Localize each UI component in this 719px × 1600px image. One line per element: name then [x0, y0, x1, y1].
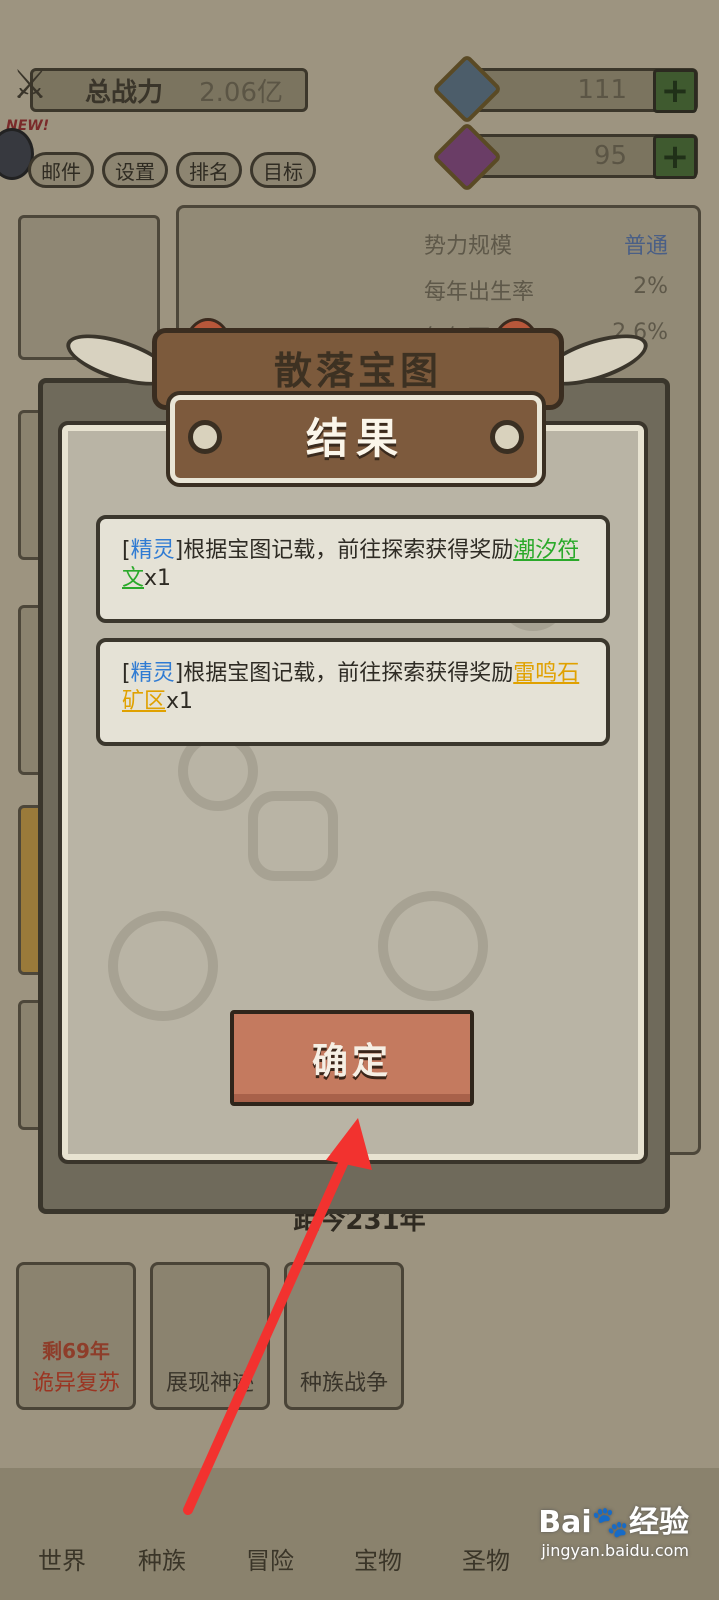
tab-treasure[interactable]: 宝物: [330, 1468, 426, 1588]
event-card-strange-revival[interactable]: 剩69年 诡异复苏: [16, 1262, 136, 1410]
goal-label: 目标: [263, 159, 303, 184]
watermark-logo: Bai🐾经验: [538, 1505, 689, 1540]
event-card-miracle[interactable]: 展现神迹: [150, 1262, 270, 1410]
tab-adventure[interactable]: 冒险: [222, 1468, 318, 1588]
ranking-label: 排名: [189, 159, 229, 184]
mail-label: 邮件: [41, 159, 81, 184]
add-crystal-button[interactable]: +: [653, 69, 697, 113]
info-value: 2%: [633, 274, 668, 299]
confirm-label: 确定: [311, 1041, 392, 1082]
info-label: 势力规模: [424, 234, 513, 259]
mail-button[interactable]: 邮件: [28, 152, 94, 188]
reward-qty: x1: [144, 566, 172, 591]
tab-label: 圣物: [462, 1547, 510, 1575]
event-badge: 剩69年: [42, 1339, 110, 1363]
info-row: 每年出生率 2%: [424, 274, 668, 306]
power-value: 2.06亿: [199, 77, 283, 108]
add-gem-button[interactable]: +: [653, 135, 697, 179]
reward-message: [精灵]根据宝图记载，前往探索获得奖励雷鸣石矿区x1: [96, 638, 610, 746]
power-bar: 总战力 2.06亿: [30, 68, 308, 112]
watermark-url: jingyan.baidu.com: [541, 1541, 689, 1560]
goal-button[interactable]: 目标: [250, 152, 316, 188]
settings-label: 设置: [115, 159, 155, 184]
faction-tag: 精灵: [130, 661, 175, 686]
info-value: 普通: [623, 234, 668, 259]
ranking-button[interactable]: 排名: [176, 152, 242, 188]
power-label: 总战力: [85, 77, 164, 108]
reward-message: [精灵]根据宝图记载，前往探索获得奖励潮汐符文x1: [96, 515, 610, 623]
settings-button[interactable]: 设置: [102, 152, 168, 188]
swords-icon: ⚔: [12, 62, 48, 108]
swirl-icon: [108, 911, 218, 1021]
message-text: 根据宝图记载，前往探索获得奖励: [183, 661, 514, 686]
tab-race[interactable]: 种族: [114, 1468, 210, 1588]
modal-title: 散落宝图: [273, 349, 442, 393]
gem-bar: 95 +: [468, 134, 698, 179]
event-label: 种族战争: [299, 1371, 388, 1396]
gem-value: 95: [593, 141, 627, 171]
crystal-bar: 111 +: [468, 68, 698, 113]
reward-qty: x1: [166, 689, 194, 714]
tab-label: 世界: [38, 1547, 86, 1575]
game-screen: 总战力 2.06亿 ⚔ 111 + 95 + NEW! 邮件 设置 排名 目标 …: [0, 0, 719, 1600]
faction-tag: 精灵: [130, 538, 175, 563]
tab-world[interactable]: 世界: [14, 1468, 110, 1588]
tab-label: 种族: [138, 1547, 186, 1575]
event-label: 展现神迹: [165, 1371, 254, 1396]
tab-label: 冒险: [246, 1547, 294, 1575]
tab-label: 宝物: [354, 1547, 402, 1575]
crystal-value: 111: [577, 75, 627, 105]
confirm-button[interactable]: 确定: [230, 1010, 474, 1106]
info-label: 每年出生率: [424, 280, 535, 305]
swirl-icon: [248, 791, 338, 881]
info-row: 势力规模 普通: [424, 228, 668, 260]
swirl-icon: [378, 891, 488, 1001]
event-card-race-war[interactable]: 种族战争: [284, 1262, 404, 1410]
tab-relic[interactable]: 圣物: [438, 1468, 534, 1588]
result-title: 结果: [305, 414, 406, 463]
baidu-watermark: Bai🐾经验 jingyan.baidu.com: [538, 1497, 689, 1560]
event-label: 诡异复苏: [31, 1371, 120, 1396]
message-text: 根据宝图记载，前往探索获得奖励: [183, 538, 514, 563]
